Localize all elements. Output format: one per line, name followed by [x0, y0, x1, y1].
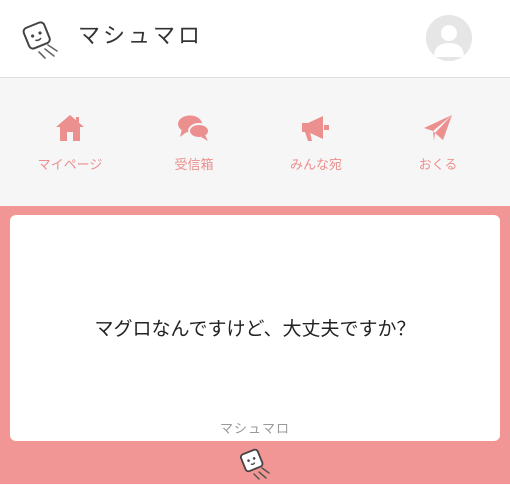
nav-bar: マイページ 受信箱 みんな宛 おくる: [0, 78, 510, 206]
card-footer-brand: マシュマロ: [219, 422, 290, 437]
marshmallow-logo-icon[interactable]: [18, 16, 62, 60]
nav-item-send[interactable]: おくる: [378, 112, 498, 176]
megaphone-icon: [299, 112, 333, 144]
nav-label-send: おくる: [418, 158, 458, 173]
nav-item-inbox[interactable]: 受信箱: [134, 112, 254, 176]
paper-plane-icon: [421, 112, 455, 144]
nav-item-mypage[interactable]: マイページ: [10, 112, 130, 176]
message-card: マグロなんですけど、大丈夫ですか？ マシュマロ: [10, 215, 500, 441]
message-text: マグロなんですけど、大丈夫ですか？: [94, 318, 416, 340]
nav-item-everyone[interactable]: みんな宛: [256, 112, 376, 176]
marshmallow-small-icon: [237, 445, 273, 481]
chat-bubbles-icon: [177, 112, 211, 144]
home-icon: [53, 112, 87, 144]
nav-label-inbox: 受信箱: [174, 158, 214, 173]
app-title[interactable]: マシュマロ: [78, 22, 203, 52]
message-area: マグロなんですけど、大丈夫ですか？ マシュマロ: [0, 206, 510, 484]
user-avatar-icon[interactable]: [426, 15, 472, 61]
nav-label-everyone: みんな宛: [289, 158, 342, 173]
nav-label-mypage: マイページ: [37, 158, 103, 173]
header-bar: マシュマロ: [0, 0, 510, 78]
